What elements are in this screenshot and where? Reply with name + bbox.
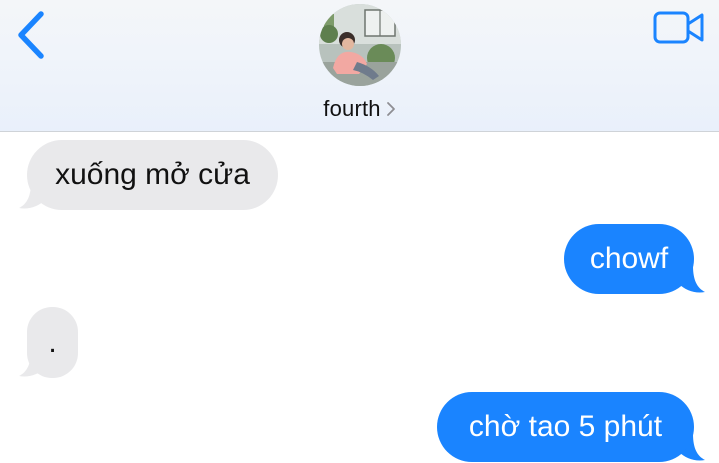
contact-name-button[interactable]: fourth — [260, 94, 460, 124]
conversation-screen: fourth xuống mở cửa chowf . chờ tao 5 ph… — [0, 0, 719, 463]
chevron-left-icon — [18, 11, 44, 59]
message-bubble-outgoing[interactable]: chờ tao 5 phút — [437, 392, 694, 462]
contact-name: fourth — [323, 96, 381, 121]
message-text: chờ tao 5 phút — [468, 410, 663, 443]
video-camera-icon — [653, 11, 704, 44]
back-button[interactable] — [8, 6, 52, 62]
message-bubble-outgoing[interactable]: chowf — [564, 224, 694, 294]
message-text: . — [48, 325, 57, 359]
avatar-photo — [319, 4, 401, 86]
contact-avatar[interactable] — [319, 4, 401, 86]
facetime-video-button[interactable] — [650, 8, 708, 48]
message-bubble-incoming[interactable]: xuống mở cửa — [27, 140, 278, 210]
message-bubble-incoming[interactable]: . — [27, 307, 78, 378]
conversation-header: fourth — [0, 0, 719, 132]
chevron-right-icon — [386, 102, 395, 116]
message-text: xuống mở cửa — [55, 158, 250, 191]
message-text: chowf — [589, 242, 669, 275]
